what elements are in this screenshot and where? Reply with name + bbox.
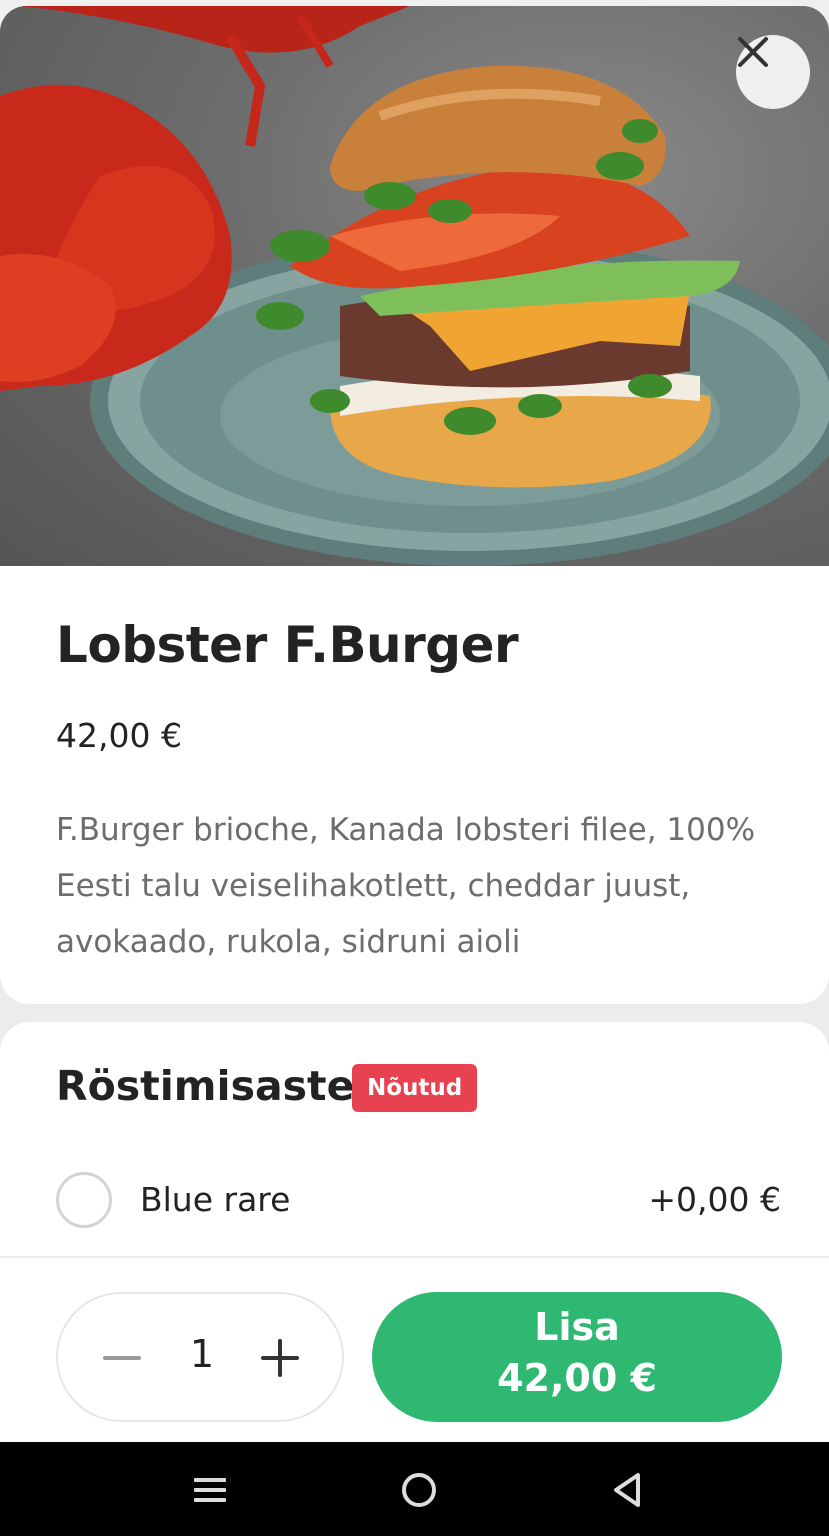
options-group-title: Röstimisaste [56,1062,355,1110]
product-info-card: Lobster F.Burger 42,00 € F.Burger brioch… [0,566,829,1004]
burger-illustration [0,6,829,566]
action-bar: 1 Lisa 42,00 € [0,1256,829,1442]
options-group: Röstimisaste Nõutud Blue rare +0,00 € [0,1022,829,1262]
product-price: 42,00 € [56,716,182,755]
plus-icon [261,1339,299,1377]
product-description: F.Burger brioche, Kanada lobsteri filee,… [56,812,756,960]
close-button[interactable] [736,35,810,109]
product-sheet: Lobster F.Burger 42,00 € F.Burger brioch… [0,6,829,1442]
nav-home-button[interactable] [395,1466,443,1514]
system-navigation-bar [0,1442,829,1536]
menu-icon [194,1478,226,1502]
minus-icon [103,1356,141,1360]
required-badge: Nõutud [352,1064,478,1112]
add-button-price: 42,00 € [497,1356,657,1400]
close-icon [738,37,768,67]
option-radio[interactable] [56,1172,112,1228]
nav-menu-button[interactable] [186,1466,234,1514]
home-icon [402,1473,436,1507]
nav-back-button[interactable] [604,1466,652,1514]
add-to-cart-button[interactable]: Lisa 42,00 € [372,1292,782,1422]
option-label: Blue rare [140,1180,291,1219]
quantity-stepper: 1 [56,1292,344,1422]
add-button-label: Lisa [534,1305,620,1349]
product-title: Lobster F.Burger [56,616,519,674]
decrease-quantity-button[interactable] [90,1326,154,1390]
product-image [0,6,829,566]
quantity-value: 1 [189,1332,215,1376]
increase-quantity-button[interactable] [248,1326,312,1390]
option-price: +0,00 € [648,1180,781,1219]
option-item-blue-rare[interactable]: Blue rare +0,00 € [0,1168,829,1232]
back-icon [614,1473,640,1507]
